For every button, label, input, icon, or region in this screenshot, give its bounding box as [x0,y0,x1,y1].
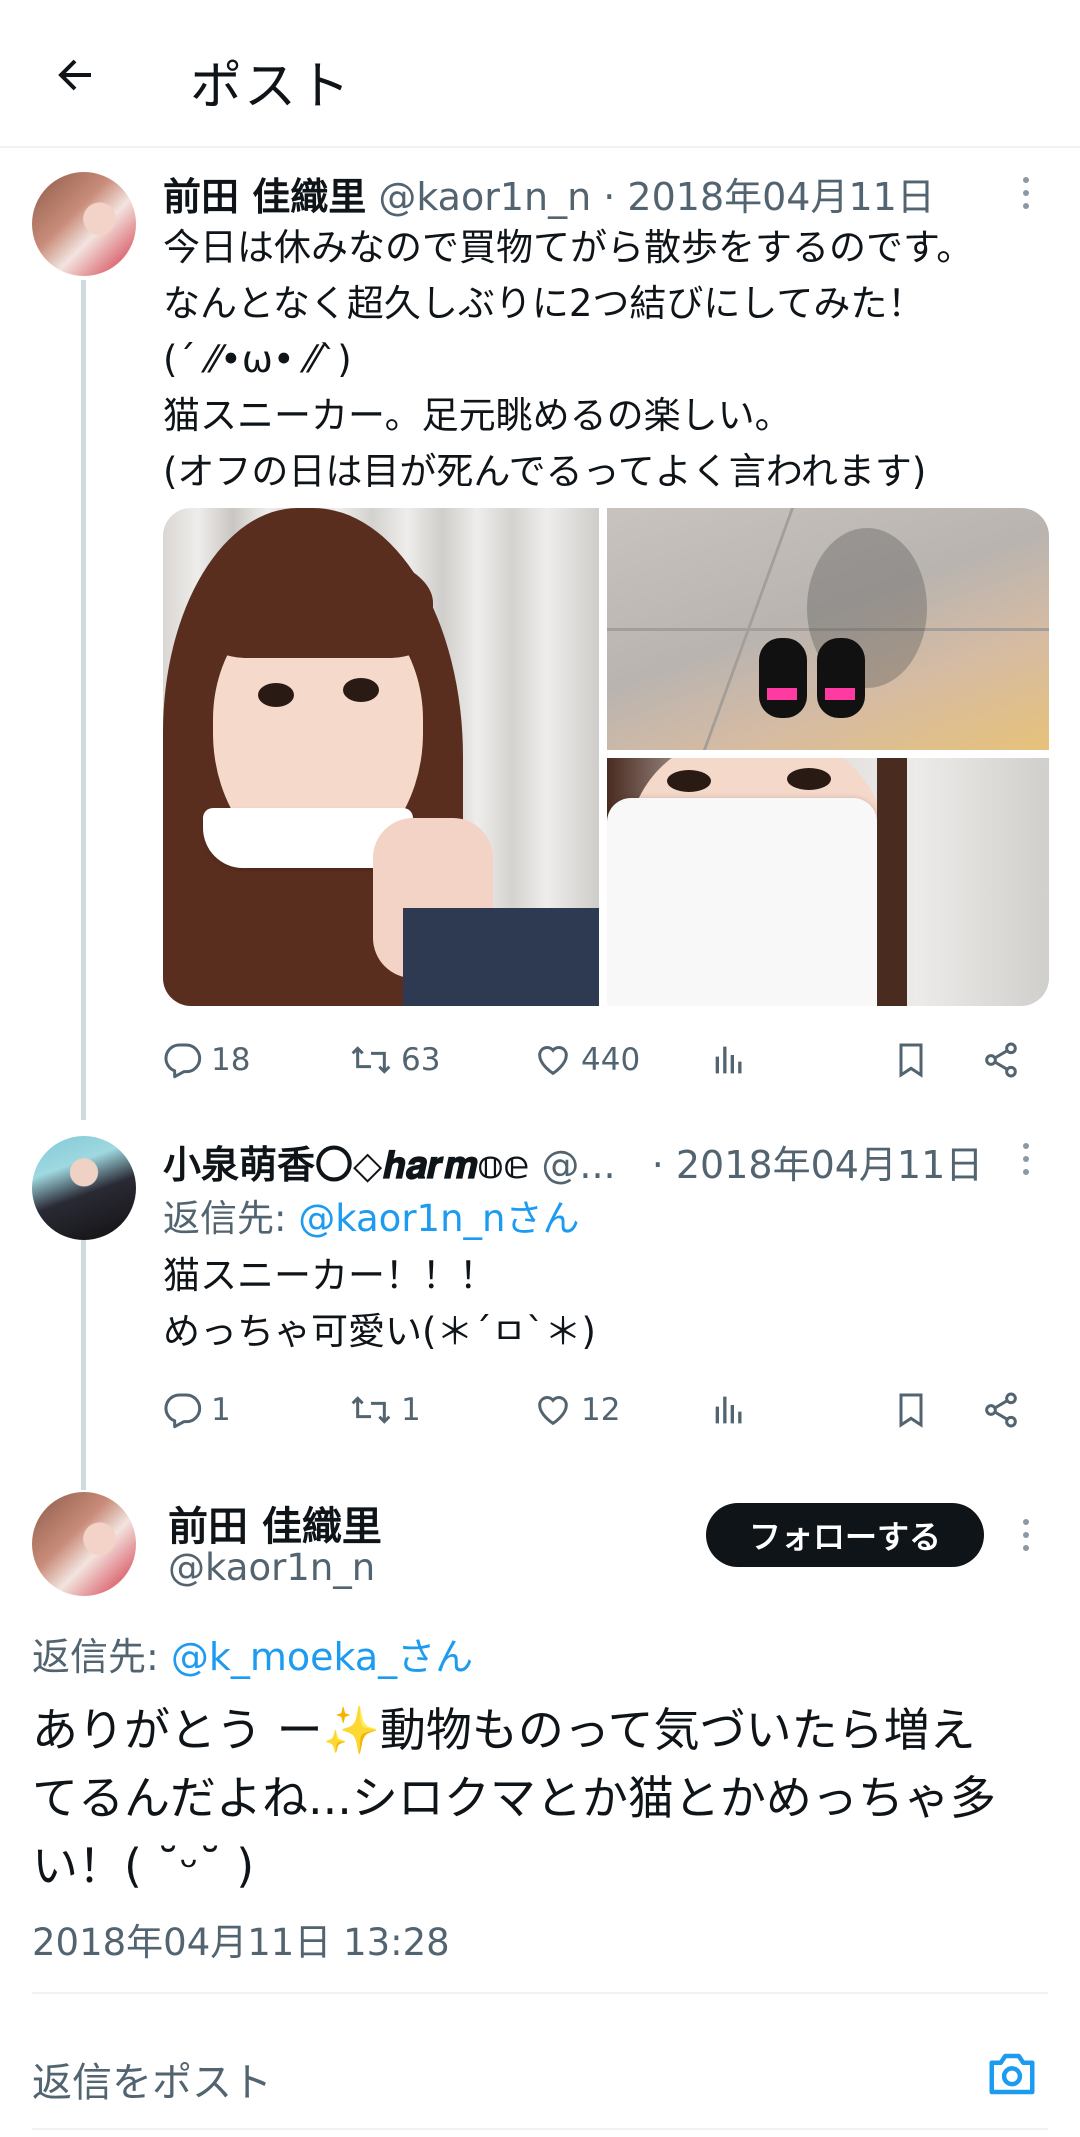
reply-to: 返信先: @kaor1n_nさん [163,1188,579,1242]
back-button[interactable] [40,40,110,110]
photo-shirt [403,908,599,1006]
retweet-icon [351,1046,391,1074]
user-handle[interactable]: @... [541,1143,615,1187]
retweet-icon [351,1396,391,1424]
photo-mask [607,798,877,1006]
retweet-count: 63 [401,1042,441,1078]
share-icon [985,1392,1017,1428]
views-button[interactable] [709,1030,749,1090]
follow-button[interactable]: フォローする [706,1503,984,1567]
display-name[interactable]: 小泉萌香〇◇𝒉𝒂𝒓𝒎𝕠𝕖 [163,1143,529,1187]
share-button[interactable] [981,1030,1021,1090]
reply-button[interactable]: 18 [163,1030,250,1090]
reply-count: 1 [211,1392,231,1428]
divider [32,1992,1048,1994]
reply-button[interactable]: 1 [163,1380,231,1440]
user-handle[interactable]: @kaor1n_n [378,175,591,219]
photo-eye [258,683,294,707]
retweet-button[interactable]: 63 [349,1030,440,1090]
share-icon [985,1042,1017,1078]
photo-eye [343,678,379,702]
main-text-part1: ありがとう ー [32,1703,323,1757]
tweet-text: 今日は休みなので買物てがら散歩をするのです。 なんとなく超久しぶりに2つ結びにし… [163,226,974,493]
reply-to-user-link[interactable]: @kaor1n_nさん [298,1197,579,1240]
avatar[interactable] [32,1136,136,1240]
reply-icon [164,1043,202,1079]
photo-mask-selfie[interactable] [607,758,1049,1006]
like-icon [538,1046,568,1076]
tweet-text: 猫スニーカー！！！ めっちゃ可愛い(＊´ㅁ`＊) [163,1254,596,1353]
page-title: ポスト [190,57,353,117]
tweet-actions: 1 1 12 [163,1380,1049,1440]
user-handle[interactable]: @kaor1n_n [168,1546,375,1589]
display-name[interactable]: 前田 佳織里 [163,175,366,219]
bookmark-icon [899,1043,923,1078]
avatar[interactable] [32,172,136,276]
photo-laces [767,688,797,700]
reply-to-label: 返信先: [163,1197,287,1240]
reply-to-label: 返信先: [32,1635,159,1679]
tweet-header: 小泉萌香〇◇𝒉𝒂𝒓𝒎𝕠𝕖 @... · 2018年04月11日 [163,1134,993,1189]
photo-shoe [759,638,807,718]
like-button[interactable]: 440 [533,1030,640,1090]
more-icon[interactable] [1006,168,1046,218]
like-button[interactable]: 12 [533,1380,620,1440]
more-icon[interactable] [1006,1510,1046,1560]
photo-sneakers[interactable] [607,508,1049,750]
photo-eye [787,768,831,790]
photo-shoe [817,638,865,718]
post-date[interactable]: · 2018年04月11日 [603,175,935,219]
reply-to-user-link[interactable]: @k_moeka_さん [171,1635,473,1679]
more-icon[interactable] [1006,1134,1046,1184]
photo-bangs [203,548,433,658]
media-grid[interactable] [163,508,1049,1006]
share-button[interactable] [981,1380,1021,1440]
like-count: 12 [581,1392,621,1428]
back-arrow-icon [58,59,91,91]
post-date[interactable]: · 2018年04月11日 [652,1143,984,1187]
photo-eye [667,770,711,792]
bookmark-button[interactable] [891,1380,931,1440]
views-icon [715,1046,742,1074]
divider [32,2128,1048,2130]
photo-hair [877,758,907,1006]
header: ポスト [0,0,1080,148]
like-icon [538,1396,568,1426]
thread-line [81,1238,86,1490]
post-timestamp[interactable]: 2018年04月11日 13:28 [32,1912,450,1966]
like-count: 440 [581,1042,641,1078]
retweet-button[interactable]: 1 [349,1380,421,1440]
reply-icon [164,1393,202,1429]
reply-to: 返信先: @k_moeka_さん [32,1626,473,1681]
display-name[interactable]: 前田 佳織里 [168,1494,382,1552]
photo-selfie[interactable] [163,508,599,1006]
reply-input[interactable]: 返信をポスト [32,2050,932,2108]
camera-button[interactable] [982,2044,1042,2104]
views-button[interactable] [709,1380,749,1440]
retweet-count: 1 [401,1392,421,1428]
avatar[interactable] [32,1492,136,1596]
photo-laces [825,688,855,700]
reply-count: 18 [211,1042,251,1078]
thread-line [81,280,86,1120]
camera-icon [989,2053,1035,2095]
tweet-actions: 18 63 440 [163,1030,1049,1090]
main-tweet-text: ありがとう ー✨動物ものって気づいたら増え てるんだよね...シロクマとか猫とか… [32,1696,1052,1900]
tweet-header: 前田 佳織里 @kaor1n_n · 2018年04月11日 [163,166,935,221]
bookmark-button[interactable] [891,1030,931,1090]
bookmark-icon [899,1393,923,1428]
sparkle-emoji: ✨ [322,1703,380,1757]
views-icon [715,1396,742,1424]
